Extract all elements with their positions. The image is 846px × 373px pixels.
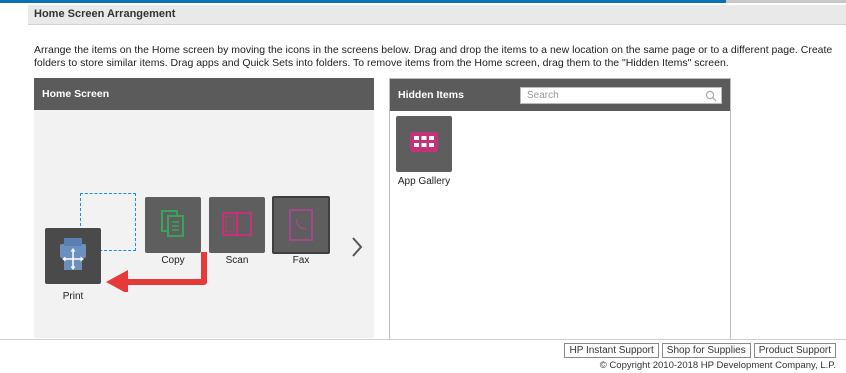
scan-icon	[222, 212, 252, 236]
copy-icon	[161, 210, 184, 237]
fax-icon	[289, 209, 313, 241]
hidden-items-header: Hidden Items Search	[390, 79, 730, 111]
app-gallery-label: App Gallery	[397, 176, 451, 187]
print-icon	[60, 238, 86, 270]
top-accent-tail	[726, 0, 846, 3]
fax-label: Fax	[292, 255, 310, 266]
print-tile[interactable]	[45, 228, 101, 284]
footer-divider	[0, 339, 846, 340]
section-header: Home Screen Arrangement	[28, 5, 846, 25]
next-page-arrow-icon[interactable]	[350, 236, 364, 258]
search-icon	[705, 90, 717, 102]
instructions-text: Arrange the items on the Home screen by …	[34, 44, 833, 69]
shop-for-supplies-link[interactable]: Shop for Supplies	[661, 343, 751, 358]
footer-links: HP Instant Support Shop for Supplies Pro…	[564, 343, 836, 358]
scan-label: Scan	[225, 255, 249, 266]
hidden-items-title: Hidden Items	[398, 89, 464, 101]
search-placeholder: Search	[527, 90, 559, 101]
print-label: Print	[62, 291, 84, 302]
hp-instant-support-link[interactable]: HP Instant Support	[564, 343, 659, 358]
app-gallery-tile[interactable]	[396, 116, 452, 172]
drag-arrow-icon	[106, 252, 207, 292]
app-gallery-icon	[410, 132, 438, 152]
product-support-link[interactable]: Product Support	[753, 343, 836, 358]
home-screen-header: Home Screen	[34, 78, 374, 110]
section-title: Home Screen Arrangement	[34, 8, 176, 20]
top-accent-bar	[0, 0, 846, 3]
search-input[interactable]: Search	[520, 87, 722, 104]
copyright-text: © Copyright 2010-2018 HP Development Com…	[599, 360, 836, 371]
copy-tile[interactable]	[145, 197, 201, 253]
fax-tile[interactable]	[272, 196, 330, 254]
scan-tile[interactable]	[209, 197, 265, 253]
home-screen-title: Home Screen	[42, 88, 110, 100]
